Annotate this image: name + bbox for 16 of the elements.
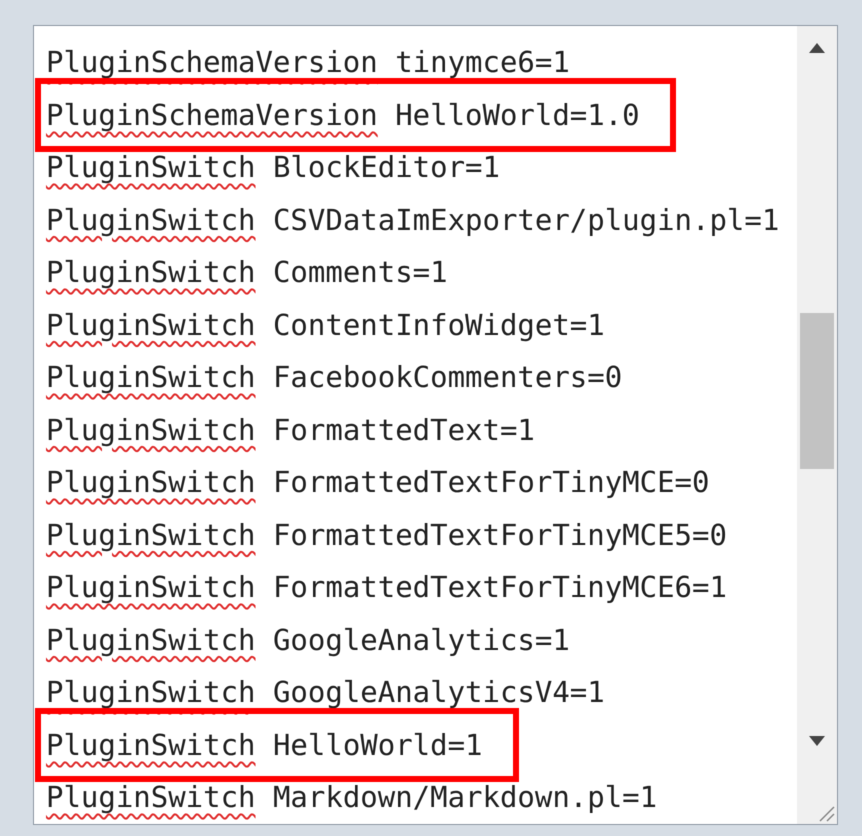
text-line: PluginSwitch GoogleAnalytics=1 [46,622,570,658]
text-area[interactable] [33,25,838,825]
text-line: PluginSwitch ContentInfoWidget=1 [46,306,605,344]
text-line: PluginSwitch BlockEditor=1 [46,149,500,186]
text-line: PluginSwitch Comments=1 [46,254,448,291]
scrollbar[interactable] [797,26,837,824]
text-line: PluginSwitch FormattedTextForTinyMCE5=0 [46,516,727,554]
text-line: PluginSwitch FormattedTextForTinyMCE=0 [46,464,710,501]
text-line: PluginSwitch FacebookCommenters=0 [46,359,622,396]
scroll-down-icon[interactable] [809,736,825,746]
text-line: PluginSwitch FormattedText=1 [46,412,535,448]
text-line: PluginSwitch FormattedTextForTinyMCE6=1 [46,569,727,606]
scroll-up-icon[interactable] [809,43,825,53]
text-line: PluginSwitch CSVDataImExporter/plugin.pl=1 [46,202,780,238]
text-line: PluginSwitch Markdown/Markdown.pl=1 [46,779,658,816]
scrollbar-thumb[interactable] [800,313,834,469]
